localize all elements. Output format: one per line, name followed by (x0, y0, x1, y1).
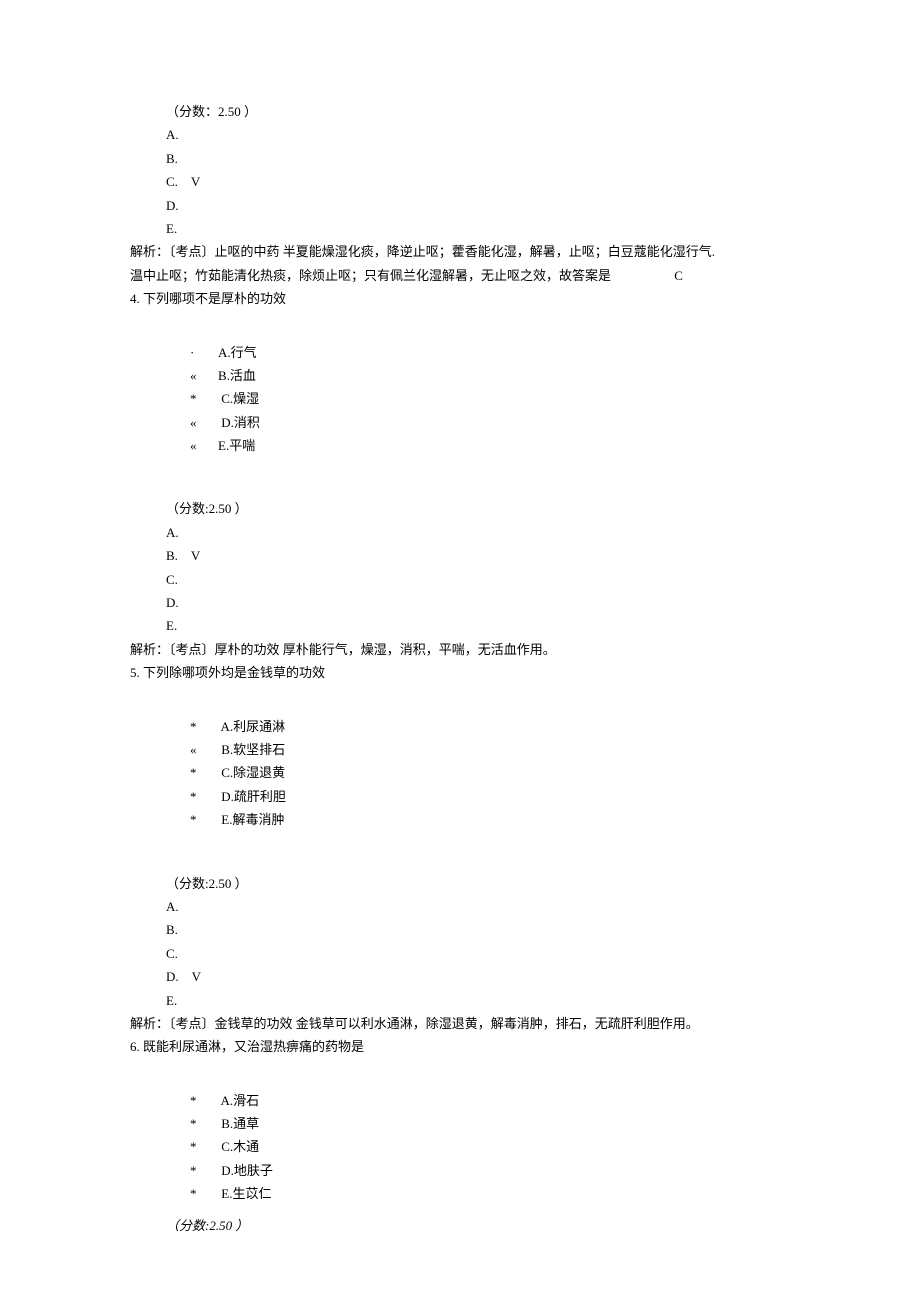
bullet-icon: * (190, 1089, 218, 1112)
bullet-icon: * (190, 761, 218, 784)
q4-opt-b: «B.活血 (130, 364, 790, 387)
q4-opt-d: « D.消积 (130, 411, 790, 434)
q5-options: * A.利尿通淋 « B.软坚排石 * C.除湿退黄 * D.疏肝利胆 * E.… (130, 715, 790, 832)
bullet-icon: « (190, 738, 218, 761)
q6-title: 6. 既能利尿通淋，又治湿热痹痛的药物是 (130, 1035, 790, 1058)
q5-ans-a: A. (130, 895, 790, 918)
q4-opt-c: * C.燥湿 (130, 387, 790, 410)
q4-opt-e: «E.平喘 (130, 434, 790, 457)
q3-explain-2a: 温中止呕；竹茹能清化热痰，除烦止呕；只有佩兰化湿解暑，无止呕之效，故答案是 (130, 268, 611, 283)
q6-opt-e: * E.生苡仁 (130, 1182, 790, 1205)
bullet-icon: * (190, 387, 218, 410)
q6-options: * A.滑石 * B.通草 * C.木通 * D.地肤子 * E.生苡仁 (130, 1089, 790, 1206)
q3-score: （分数：2.50 ） (130, 100, 790, 123)
bullet-icon: * (190, 808, 218, 831)
q5-title: 5. 下列除哪项外均是金钱草的功效 (130, 661, 790, 684)
q4-explain: 解析：〔考点〕厚朴的功效 厚朴能行气，燥湿，消积，平喘，无活血作用。 (130, 638, 790, 661)
bullet-icon: * (190, 1159, 218, 1182)
q5-score: （分数:2.50 ） (130, 872, 790, 895)
bullet-icon: * (190, 785, 218, 808)
q4-score: （分数:2.50 ） (130, 497, 790, 520)
q6-opt-b: * B.通草 (130, 1112, 790, 1135)
q5-ans-d: D. V (130, 965, 790, 988)
bullet-icon: * (190, 1135, 218, 1158)
bullet-icon: « (190, 411, 218, 434)
q4-ans-b: B. V (130, 544, 790, 567)
q3-explain-2b: C (674, 264, 683, 287)
q3-ans-e: E. (130, 217, 790, 240)
q3-ans-c: C. V (130, 170, 790, 193)
q4-options: ·A.行气 «B.活血 * C.燥湿 « D.消积 «E.平喘 (130, 341, 790, 458)
q5-opt-e: * E.解毒消肿 (130, 808, 790, 831)
q5-opt-c: * C.除湿退黄 (130, 761, 790, 784)
q4-title: 4. 下列哪项不是厚朴的功效 (130, 287, 790, 310)
bullet-icon: « (190, 434, 218, 457)
q3-ans-a: A. (130, 123, 790, 146)
q4-opt-a: ·A.行气 (130, 341, 790, 364)
q5-ans-c: C. (130, 942, 790, 965)
q6-opt-c: * C.木通 (130, 1135, 790, 1158)
q6-opt-a: * A.滑石 (130, 1089, 790, 1112)
document-page: （分数：2.50 ） A. B. C. V D. E. 解析：〔考点〕止呕的中药… (0, 0, 920, 1277)
q4-ans-c: C. (130, 568, 790, 591)
q5-ans-b: B. (130, 918, 790, 941)
q3-explain-2: 温中止呕；竹茹能清化热痰，除烦止呕；只有佩兰化湿解暑，无止呕之效，故答案是 C (130, 264, 790, 287)
q5-opt-b: « B.软坚排石 (130, 738, 790, 761)
bullet-icon: * (190, 715, 218, 738)
q5-ans-e: E. (130, 989, 790, 1012)
q4-ans-e: E. (130, 614, 790, 637)
bullet-icon: « (190, 364, 218, 387)
q4-ans-a: A. (130, 521, 790, 544)
q5-explain: 解析：〔考点〕金钱草的功效 金钱草可以利水通淋，除湿退黄，解毒消肿，排石，无疏肝… (130, 1012, 790, 1035)
q5-opt-a: * A.利尿通淋 (130, 715, 790, 738)
q3-ans-d: D. (130, 194, 790, 217)
q3-ans-b: B. (130, 147, 790, 170)
q5-opt-d: * D.疏肝利胆 (130, 785, 790, 808)
q6-score: （分数:2.50 ） (130, 1214, 790, 1237)
bullet-icon: * (190, 1182, 218, 1205)
bullet-icon: · (190, 341, 218, 364)
q3-explain-1: 解析：〔考点〕止呕的中药 半夏能燥湿化痰，降逆止呕；藿香能化湿，解暑，止呕；白豆… (130, 240, 790, 263)
q4-ans-d: D. (130, 591, 790, 614)
bullet-icon: * (190, 1112, 218, 1135)
q6-opt-d: * D.地肤子 (130, 1159, 790, 1182)
